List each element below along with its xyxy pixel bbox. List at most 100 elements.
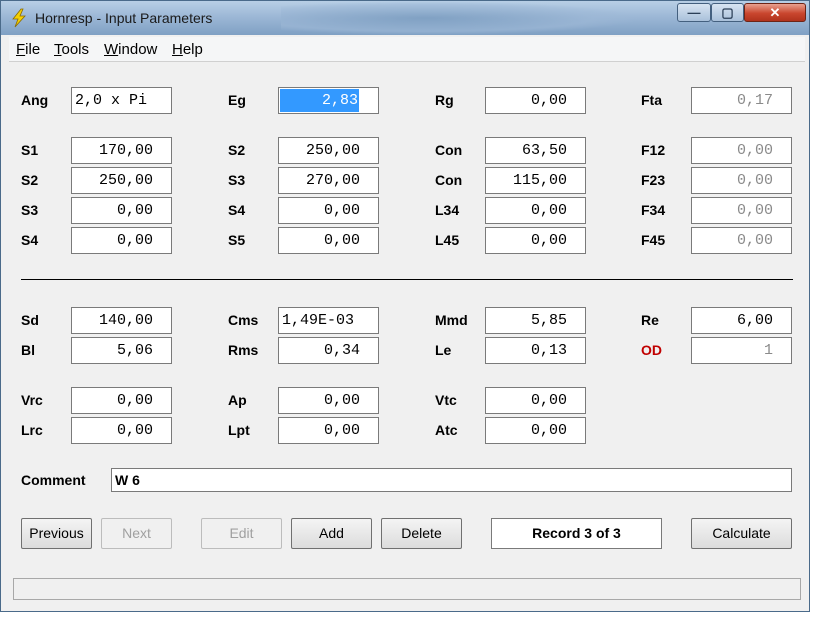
menu-tools[interactable]: Tools: [54, 41, 89, 58]
label-re: Re: [641, 312, 659, 328]
field-f45: 0,00: [691, 227, 792, 254]
menu-help[interactable]: Help: [172, 41, 203, 58]
label-rg: Rg: [435, 92, 454, 108]
label-f45: F45: [641, 232, 666, 248]
label-vrc: Vrc: [21, 392, 43, 408]
close-button[interactable]: ✕: [744, 3, 806, 22]
field-f23: 0,00: [691, 167, 792, 194]
label-s3b: S3: [21, 202, 39, 218]
field-bl[interactable]: 5,06: [71, 337, 172, 364]
field-eg[interactable]: 2,83: [278, 87, 379, 114]
field-vtc[interactable]: 0,00: [485, 387, 586, 414]
label-eg: Eg: [228, 92, 246, 108]
label-le: Le: [435, 342, 452, 358]
label-fta: Fta: [641, 92, 662, 108]
label-s1: S1: [21, 142, 39, 158]
field-le[interactable]: 0,13: [485, 337, 586, 364]
field-sd[interactable]: 140,00: [71, 307, 172, 334]
field-s2b[interactable]: 250,00: [71, 167, 172, 194]
label-bl: Bl: [21, 342, 35, 358]
menu-file-label: ile: [25, 41, 41, 58]
label-f12: F12: [641, 142, 666, 158]
label-od: OD: [641, 342, 662, 358]
minimize-button[interactable]: —: [677, 3, 711, 22]
label-f34: F34: [641, 202, 666, 218]
field-s2[interactable]: 250,00: [278, 137, 379, 164]
field-s3b[interactable]: 0,00: [71, 197, 172, 224]
menu-help-label: elp: [182, 41, 203, 58]
field-vrc[interactable]: 0,00: [71, 387, 172, 414]
field-s3[interactable]: 270,00: [278, 167, 379, 194]
label-ap: Ap: [228, 392, 247, 408]
field-s1[interactable]: 170,00: [71, 137, 172, 164]
maximize-icon: ▢: [721, 5, 734, 20]
field-f34: 0,00: [691, 197, 792, 224]
label-con: Con: [435, 142, 463, 158]
field-ang[interactable]: 2,0 x Pi: [71, 87, 172, 114]
field-ap[interactable]: 0,00: [278, 387, 379, 414]
label-con2: Con: [435, 172, 463, 188]
label-vtc: Vtc: [435, 392, 457, 408]
window-title: Hornresp - Input Parameters: [35, 10, 213, 26]
field-rg[interactable]: 0,00: [485, 87, 586, 114]
label-l45: L45: [435, 232, 460, 248]
add-button[interactable]: Add: [291, 518, 372, 549]
label-ang: Ang: [21, 92, 49, 108]
close-icon: ✕: [769, 5, 781, 20]
hornresp-window: Hornresp - Input Parameters — ▢ ✕ File T…: [0, 0, 810, 612]
menu-bar: File Tools Window Help: [9, 37, 805, 62]
field-atc[interactable]: 0,00: [485, 417, 586, 444]
field-s5[interactable]: 0,00: [278, 227, 379, 254]
comment-field[interactable]: W 6: [111, 468, 792, 492]
field-re[interactable]: 6,00: [691, 307, 792, 334]
label-f23: F23: [641, 172, 666, 188]
previous-button[interactable]: Previous: [21, 518, 92, 549]
field-s4[interactable]: 0,00: [278, 197, 379, 224]
label-s2b: S2: [21, 172, 39, 188]
field-l45[interactable]: 0,00: [485, 227, 586, 254]
next-button[interactable]: Next: [101, 518, 172, 549]
field-rms[interactable]: 0,34: [278, 337, 379, 364]
menu-tools-label: ools: [61, 41, 90, 58]
record-indicator: Record 3 of 3: [491, 518, 662, 549]
status-bar: [13, 578, 801, 600]
field-od: 1: [691, 337, 792, 364]
label-s5: S5: [228, 232, 246, 248]
menu-file[interactable]: File: [16, 41, 40, 58]
title-bar[interactable]: Hornresp - Input Parameters — ▢ ✕: [1, 1, 809, 35]
maximize-button[interactable]: ▢: [711, 3, 744, 22]
label-rms: Rms: [228, 342, 259, 358]
field-cms[interactable]: 1,49E-03: [278, 307, 379, 334]
label-lpt: Lpt: [228, 422, 250, 438]
field-mmd[interactable]: 5,85: [485, 307, 586, 334]
label-s3: S3: [228, 172, 246, 188]
calculate-button[interactable]: Calculate: [691, 518, 792, 549]
label-l34: L34: [435, 202, 460, 218]
label-sd: Sd: [21, 312, 39, 328]
field-s4b[interactable]: 0,00: [71, 227, 172, 254]
label-comment: Comment: [21, 472, 86, 488]
label-s2: S2: [228, 142, 246, 158]
label-lrc: Lrc: [21, 422, 43, 438]
menu-window[interactable]: Window: [104, 41, 157, 58]
section-divider: [21, 279, 793, 280]
label-atc: Atc: [435, 422, 458, 438]
menu-window-label: indow: [118, 41, 158, 58]
field-l34[interactable]: 0,00: [485, 197, 586, 224]
delete-button[interactable]: Delete: [381, 518, 462, 549]
lightning-icon: [12, 8, 26, 28]
label-s4b: S4: [21, 232, 39, 248]
label-s4: S4: [228, 202, 246, 218]
field-con[interactable]: 63,50: [485, 137, 586, 164]
field-lrc[interactable]: 0,00: [71, 417, 172, 444]
input-form: Ang 2,0 x Pi Eg 2,83 Rg 0,00 Fta 0,17 S1…: [9, 63, 805, 573]
label-mmd: Mmd: [435, 312, 468, 328]
field-fta: 0,17: [691, 87, 792, 114]
label-cms: Cms: [228, 312, 259, 328]
titlebar-background: [281, 1, 641, 35]
field-eg-value: 2,83: [321, 92, 358, 109]
edit-button[interactable]: Edit: [201, 518, 282, 549]
field-con2[interactable]: 115,00: [485, 167, 586, 194]
field-lpt[interactable]: 0,00: [278, 417, 379, 444]
minimize-icon: —: [687, 5, 701, 20]
